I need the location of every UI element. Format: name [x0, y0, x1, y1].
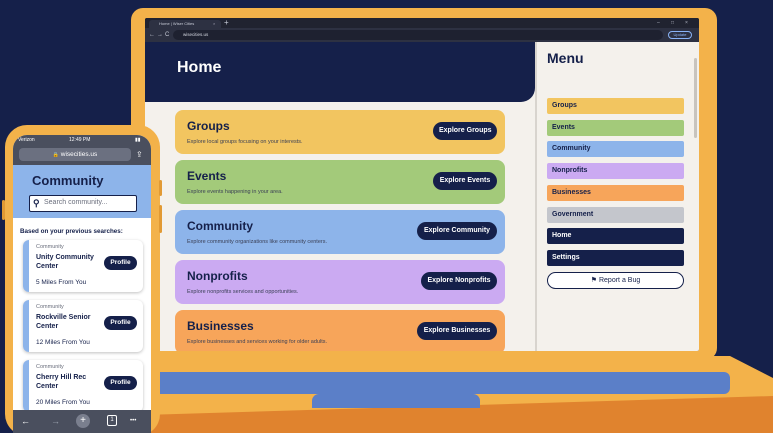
card-description: Explore local groups focusing on your in… [187, 139, 303, 145]
explore-groups-button[interactable]: Explore Groups [433, 122, 497, 140]
explore-businesses-button[interactable]: Explore Businesses [417, 322, 497, 340]
page-title: Home [177, 59, 222, 76]
category-card-businesses: Businesses Explore businesses and service… [175, 310, 505, 351]
trackpad [312, 394, 480, 408]
report-bug-button[interactable]: ⚑ Report a Bug [547, 272, 684, 289]
result-category: Community [36, 244, 64, 250]
phone-url: wisecities.us [60, 151, 98, 158]
phone-screen: Verizon 12:49 PM ▮▮ 🔒 wisecities.us ⇪ Co… [13, 135, 151, 433]
forward-icon[interactable]: → [157, 28, 163, 42]
menu-item-community[interactable]: Community [547, 141, 684, 158]
phone-page-title: Community [32, 173, 104, 188]
clock: 12:49 PM [69, 137, 91, 143]
card-accent [23, 360, 29, 412]
card-description: Explore nonprofits services and opportun… [187, 289, 299, 295]
menu-scrollbar[interactable] [694, 58, 697, 138]
profile-button[interactable]: Profile [104, 256, 137, 270]
address-bar[interactable]: wisecities.us [173, 30, 663, 40]
explore-nonprofits-button[interactable]: Explore Nonprofits [421, 272, 497, 290]
reload-icon[interactable]: C [165, 28, 169, 42]
battery-icon: ▮▮ [135, 137, 141, 143]
profile-button[interactable]: Profile [104, 316, 137, 330]
keyboard-area [130, 372, 730, 394]
window-close-icon[interactable]: × [685, 18, 688, 28]
card-accent [23, 300, 29, 352]
result-category: Community [36, 364, 64, 370]
back-icon[interactable]: ← [21, 410, 30, 433]
card-title: Community [187, 219, 253, 233]
menu-item-businesses[interactable]: Businesses [547, 184, 684, 201]
tabs-icon[interactable]: 1 [107, 415, 117, 426]
card-title: Groups [187, 119, 230, 133]
explore-events-button[interactable]: Explore Events [433, 172, 497, 190]
home-page: Home Groups Explore local groups focusing… [145, 42, 535, 351]
card-title: Businesses [187, 319, 254, 333]
card-description: Explore events happening in your area. [187, 189, 283, 195]
result-distance: 12 Miles From You [36, 339, 90, 346]
new-tab-icon[interactable]: + [76, 414, 90, 428]
menu-panel: Menu Groups Events Community Nonprofits Busi… [535, 42, 699, 351]
new-tab-icon[interactable]: + [224, 18, 229, 28]
share-icon[interactable]: ⇪ [136, 148, 143, 161]
menu-title: Menu [547, 50, 584, 66]
lock-icon: 🔒 [52, 152, 59, 158]
card-title: Nonprofits [187, 269, 248, 283]
category-card-nonprofits: Nonprofits Explore nonprofits services an… [175, 260, 505, 304]
profile-button[interactable]: Profile [104, 376, 137, 390]
category-card-community: Community Explore community organizations… [175, 210, 505, 254]
search-input[interactable]: Search community... [29, 195, 137, 212]
tab-close-icon[interactable]: × [213, 20, 215, 28]
card-description: Explore businesses and services working … [187, 339, 328, 345]
menu-item-groups[interactable]: Groups [547, 98, 684, 114]
result-distance: 20 Miles From You [36, 399, 90, 406]
result-name: Unity Community Center [36, 254, 94, 270]
menu-item-government[interactable]: Government [547, 206, 684, 223]
card-accent [23, 240, 29, 292]
result-name: Cherry Hill Rec Center [36, 374, 87, 390]
phone-side-button [159, 180, 162, 196]
browser-tab[interactable]: Home | Wiser Cities [149, 20, 221, 28]
forward-icon[interactable]: → [51, 410, 60, 433]
phone-side-button [159, 205, 162, 233]
category-card-groups: Groups Explore local groups focusing on y… [175, 110, 505, 154]
carrier-label: Verizon [18, 137, 35, 143]
phone-address-bar[interactable]: 🔒 wisecities.us [19, 148, 131, 161]
phone-side-button [2, 200, 5, 220]
laptop-screen: Home | Wiser Cities × + – □ × ← → C wise… [145, 18, 699, 351]
menu-item-nonprofits[interactable]: Nonprofits [547, 163, 684, 180]
update-button[interactable]: Update [668, 31, 692, 39]
search-icon: ⚲ [33, 198, 40, 208]
menu-divider [535, 42, 537, 351]
maximize-icon[interactable]: □ [671, 18, 674, 28]
more-icon[interactable]: ••• [130, 410, 136, 433]
result-category: Community [36, 304, 64, 310]
menu-item-settings[interactable]: Settings [547, 249, 684, 266]
card-description: Explore community organizations like com… [187, 239, 328, 245]
recommendations-heading: Based on your previous searches: [20, 228, 123, 235]
result-card: Community Rockville Senior Center 12 Miles… [23, 300, 143, 352]
explore-community-button[interactable]: Explore Community [417, 222, 497, 240]
report-bug-label: Report a Bug [598, 277, 641, 284]
flag-icon: ⚑ [590, 277, 598, 284]
result-card: Community Unity Community Center 5 Miles F… [23, 240, 143, 292]
result-card: Community Cherry Hill Rec Center 20 Miles … [23, 360, 143, 412]
menu-item-events[interactable]: Events [547, 119, 684, 136]
category-card-events: Events Explore events happening in your a… [175, 160, 505, 204]
minimize-icon[interactable]: – [657, 18, 660, 28]
menu-item-home[interactable]: Home [547, 228, 684, 245]
result-name: Rockville Senior Center [36, 314, 91, 330]
card-title: Events [187, 169, 227, 183]
back-icon[interactable]: ← [149, 28, 155, 42]
result-distance: 5 Miles From You [36, 279, 87, 286]
